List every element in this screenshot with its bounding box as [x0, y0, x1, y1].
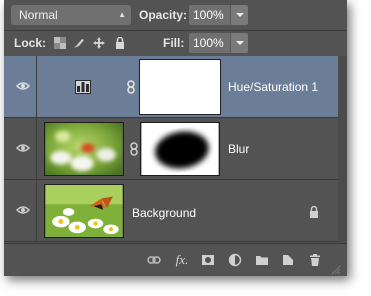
visibility-eye-icon[interactable]	[16, 80, 30, 92]
layers-scrollbar[interactable]	[338, 56, 347, 243]
folder-icon[interactable]	[255, 253, 269, 267]
layers-bottom-toolbar: fx.	[4, 243, 347, 276]
lock-fill-row: Lock: Fill: 100%	[4, 31, 347, 56]
lock-all-icon[interactable]	[114, 37, 126, 49]
layer-image-thumbnail[interactable]	[44, 184, 124, 238]
layer-row-background[interactable]: Background	[4, 180, 347, 242]
updown-arrows-icon: ▲	[118, 10, 126, 19]
layer-name[interactable]: Blur	[228, 142, 249, 156]
adjustment-icon[interactable]	[228, 253, 242, 267]
blend-mode-select[interactable]: Normal ▲	[11, 5, 131, 25]
layer-locked-icon	[310, 206, 318, 218]
layer-mask-thumbnail[interactable]	[140, 122, 220, 176]
layer-image-thumbnail[interactable]	[44, 122, 124, 176]
hue-saturation-adjustment-icon	[75, 80, 91, 94]
opacity-dropdown-button[interactable]	[230, 5, 248, 25]
fill-field[interactable]: 100%	[189, 33, 231, 53]
divider	[36, 180, 37, 241]
layers-list: Hue/Saturation 1 Blur Background	[4, 56, 347, 243]
mask-link-chain-icon[interactable]	[126, 80, 136, 94]
layer-name[interactable]: Hue/Saturation 1	[228, 80, 318, 94]
lock-position-icon[interactable]	[93, 37, 105, 49]
link-icon[interactable]	[147, 253, 161, 267]
opacity-label: Opacity:	[139, 8, 188, 22]
blend-mode-value: Normal	[19, 8, 58, 22]
trash-icon[interactable]	[308, 253, 322, 267]
divider	[36, 56, 37, 117]
layer-row-blur[interactable]: Blur	[4, 118, 347, 180]
fx-icon[interactable]: fx.	[173, 253, 191, 267]
fill-dropdown-button[interactable]	[230, 33, 248, 53]
opacity-field[interactable]: 100%	[189, 5, 231, 25]
layer-row-hue-saturation[interactable]: Hue/Saturation 1	[4, 56, 347, 118]
new-layer-icon[interactable]	[281, 253, 295, 267]
resize-grip-icon[interactable]	[331, 265, 341, 275]
visibility-eye-icon[interactable]	[16, 142, 30, 154]
layer-mask-thumbnail[interactable]	[139, 59, 221, 115]
fill-value: 100%	[193, 36, 224, 50]
layers-panel: Normal ▲ Opacity: 100% Lock: Fill: 100%	[4, 0, 347, 276]
lock-label: Lock:	[14, 36, 47, 50]
blend-opacity-row: Normal ▲ Opacity: 100%	[4, 0, 347, 30]
opacity-value: 100%	[193, 8, 224, 22]
fill-label: Fill:	[163, 36, 185, 50]
mask-icon[interactable]	[201, 253, 215, 267]
visibility-eye-icon[interactable]	[16, 204, 30, 216]
layer-name[interactable]: Background	[132, 206, 196, 220]
divider	[36, 118, 37, 179]
mask-link-chain-icon[interactable]	[129, 142, 139, 156]
lock-transparent-pixels-icon[interactable]	[54, 37, 66, 49]
lock-image-pixels-icon[interactable]	[73, 37, 85, 49]
